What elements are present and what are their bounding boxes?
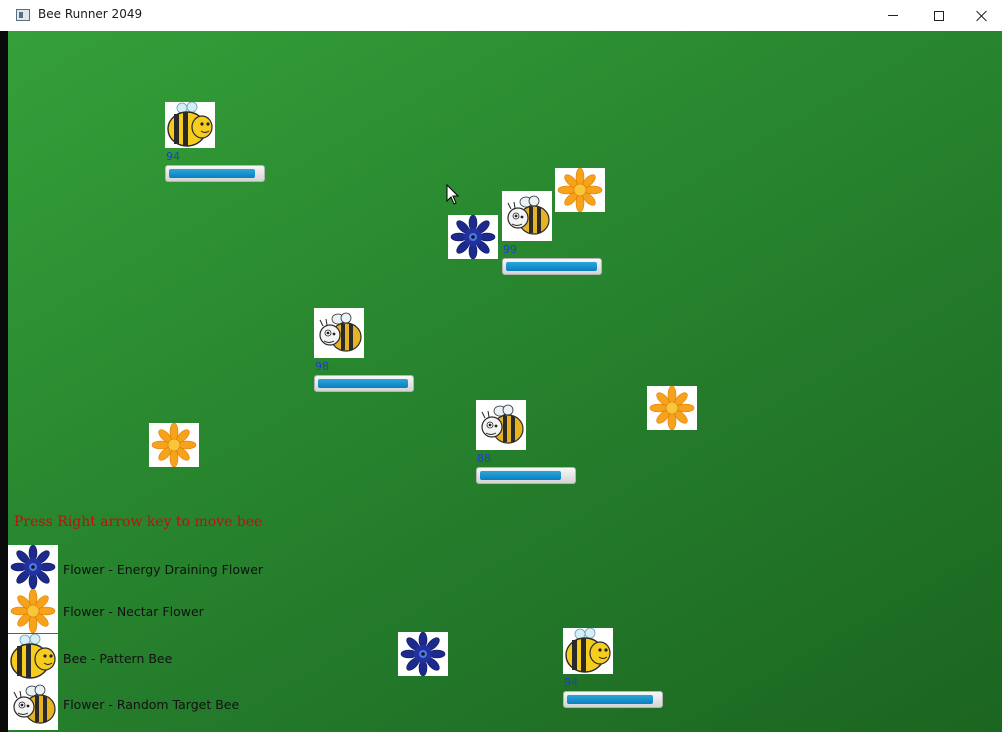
bee-energy-bar	[165, 165, 265, 182]
bee-energy-bar	[314, 375, 414, 392]
energy-draining-flower-icon	[8, 545, 58, 589]
energy-draining-flower-sprite[interactable]	[448, 215, 498, 259]
instruction-text: Press Right arrow key to move bee	[14, 514, 263, 530]
legend-label: Flower - Energy Draining Flower	[63, 562, 264, 577]
pattern-bee-icon	[165, 102, 215, 148]
title-bar: Bee Runner 2049	[0, 0, 1002, 31]
app-window-icon	[16, 9, 30, 21]
legend-nectar-flower-icon	[8, 589, 58, 633]
pattern-bee-icon	[563, 628, 613, 674]
random-target-bee-icon	[476, 400, 526, 450]
energy-draining-flower-sprite[interactable]	[398, 632, 448, 676]
legend-random-target-bee-icon	[8, 680, 58, 730]
nectar-flower-sprite[interactable]	[149, 423, 199, 467]
bee-energy-bar	[502, 258, 602, 275]
window-left-edge	[0, 31, 8, 732]
bee-energy-label: 94	[166, 150, 180, 163]
nectar-flower-sprite[interactable]	[647, 386, 697, 430]
random-target-bee-icon	[314, 308, 364, 358]
random-target-bee-sprite[interactable]	[502, 191, 552, 241]
legend-label: Bee - Pattern Bee	[63, 651, 173, 666]
nectar-flower-sprite[interactable]	[555, 168, 605, 212]
nectar-flower-icon	[149, 423, 199, 467]
nectar-flower-icon	[555, 168, 605, 212]
bee-energy-fill	[506, 262, 598, 271]
maximize-icon	[934, 10, 944, 21]
nectar-flower-icon	[8, 589, 58, 633]
pattern-bee-sprite[interactable]	[165, 102, 215, 148]
minimize-button[interactable]	[870, 0, 916, 31]
random-target-bee-sprite[interactable]	[314, 308, 364, 358]
bee-energy-bar	[476, 467, 576, 484]
bee-energy-bar	[563, 691, 663, 708]
bee-energy-fill	[318, 379, 409, 388]
legend-pattern-bee-icon	[8, 634, 58, 680]
minimize-icon	[888, 15, 898, 16]
nectar-flower-icon	[647, 386, 697, 430]
bee-energy-fill	[480, 471, 561, 480]
random-target-bee-icon	[8, 680, 58, 730]
legend-energy-draining-flower-icon	[8, 545, 58, 589]
pattern-bee-sprite[interactable]	[563, 628, 613, 674]
pattern-bee-icon	[8, 634, 58, 680]
random-target-bee-sprite[interactable]	[476, 400, 526, 450]
bee-energy-fill	[169, 169, 256, 178]
bee-energy-label: 98	[315, 360, 329, 373]
energy-draining-flower-icon	[398, 632, 448, 676]
mouse-cursor-icon	[446, 184, 460, 205]
window-title: Bee Runner 2049	[38, 7, 143, 21]
energy-draining-flower-icon	[448, 215, 498, 259]
close-button[interactable]	[962, 0, 1002, 31]
bee-energy-fill	[567, 695, 654, 704]
maximize-button[interactable]	[916, 0, 962, 31]
close-icon	[976, 10, 988, 22]
bee-energy-label: 88	[477, 452, 491, 465]
legend-label: Flower - Nectar Flower	[63, 604, 204, 619]
bee-energy-label: 99	[503, 243, 517, 256]
game-field[interactable]	[8, 31, 1002, 732]
random-target-bee-icon	[502, 191, 552, 241]
bee-energy-label: 94	[564, 676, 578, 689]
legend-label: Flower - Random Target Bee	[63, 697, 240, 712]
